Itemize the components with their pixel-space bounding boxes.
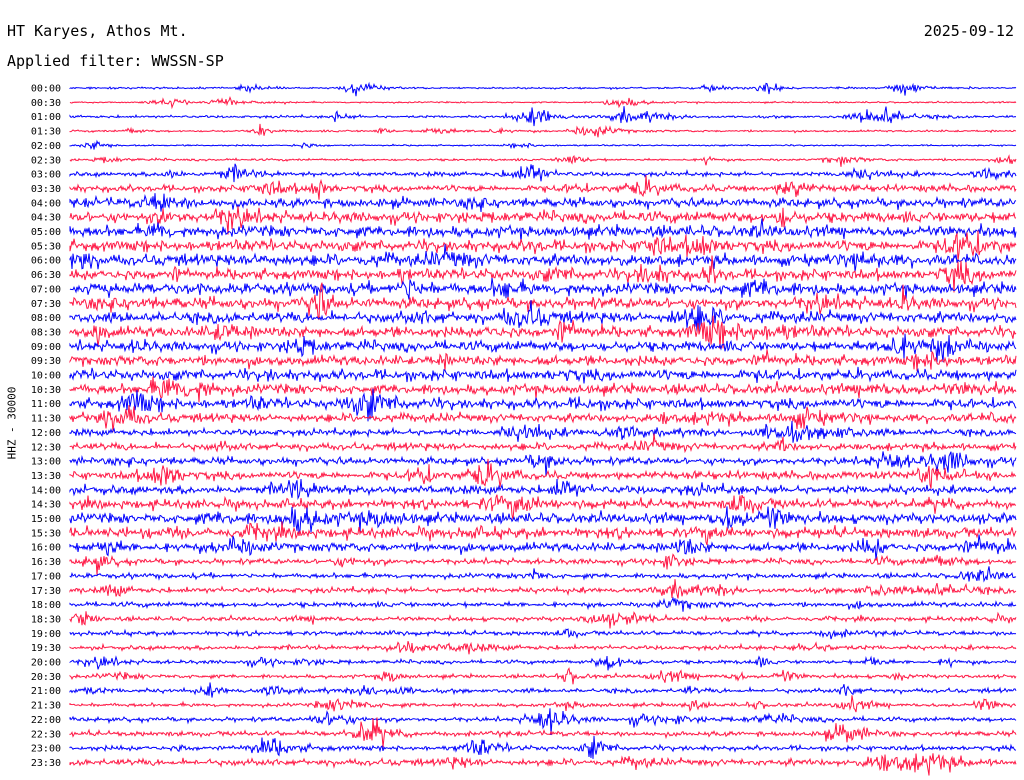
trace-row <box>69 708 1017 736</box>
trace-row <box>69 433 1017 454</box>
trace-row <box>69 735 1017 759</box>
trace-row <box>69 753 1017 776</box>
row-label: 02:30 <box>31 155 61 166</box>
row-label: 12:00 <box>31 428 61 439</box>
trace-row <box>69 139 1017 150</box>
trace-row <box>69 420 1017 443</box>
row-label: 18:00 <box>31 600 61 611</box>
row-label: 18:30 <box>31 614 61 625</box>
trace-row <box>69 682 1017 698</box>
helicorder-plot: 00:00 00:30 01:00 01:30 02:00 02:30 03:00 03:30… <box>31 81 1017 776</box>
row-label: 22:30 <box>31 729 61 740</box>
row-label: 13:30 <box>31 471 61 482</box>
row-label: 20:00 <box>31 658 61 669</box>
row-label: 07:00 <box>31 284 61 295</box>
row-label: 04:00 <box>31 198 61 209</box>
trace-row <box>69 478 1017 501</box>
row-label: 09:00 <box>31 342 61 353</box>
trace-row <box>69 655 1017 671</box>
row-label: 02:00 <box>31 141 61 152</box>
trace-row <box>69 451 1017 477</box>
row-label: 22:00 <box>31 715 61 726</box>
row-label: 00:30 <box>31 98 61 109</box>
row-label: 16:30 <box>31 557 61 568</box>
trace-row <box>69 366 1017 384</box>
row-label: 10:30 <box>31 385 61 396</box>
trace-row <box>69 566 1017 583</box>
trace-row <box>69 81 1017 97</box>
trace-row <box>69 494 1016 520</box>
row-label: 13:00 <box>31 457 61 468</box>
trace-row <box>69 106 1017 127</box>
trace-row <box>69 277 1017 300</box>
row-label: 23:30 <box>31 758 61 769</box>
trace-row <box>69 255 1017 293</box>
trace-row <box>69 717 1017 748</box>
trace-row <box>69 628 1017 640</box>
row-label: 11:00 <box>31 399 61 410</box>
row-label: 12:30 <box>31 442 61 453</box>
row-label: 10:00 <box>31 371 61 382</box>
row-label: 11:30 <box>31 414 61 425</box>
trace-row <box>69 193 1017 213</box>
trace-row <box>69 596 1017 612</box>
row-label: 05:00 <box>31 227 61 238</box>
trace-row <box>69 695 1016 713</box>
trace-row <box>69 96 1017 110</box>
row-label: 16:00 <box>31 543 61 554</box>
row-label: 05:30 <box>31 241 61 252</box>
trace-row <box>69 641 1017 655</box>
row-label: 15:30 <box>31 528 61 539</box>
row-label: 19:00 <box>31 629 61 640</box>
row-label: 08:30 <box>31 327 61 338</box>
trace-row <box>69 333 1017 363</box>
trace-row <box>69 123 1017 138</box>
trace-row <box>69 404 1017 433</box>
trace-row <box>69 163 1017 183</box>
trace-row <box>69 553 1017 576</box>
trace-row <box>69 458 1017 489</box>
row-label: 14:30 <box>31 500 61 511</box>
row-label: 20:30 <box>31 672 61 683</box>
trace-row <box>69 376 1017 403</box>
row-label: 06:30 <box>31 270 61 281</box>
row-label: 23:00 <box>31 744 61 755</box>
trace-row <box>69 667 1017 685</box>
row-label: 03:30 <box>31 184 61 195</box>
trace-row <box>69 521 1017 546</box>
trace-row <box>69 534 1017 561</box>
row-label: 21:30 <box>31 701 61 712</box>
trace-row <box>69 154 1017 167</box>
row-label: 17:30 <box>31 586 61 597</box>
row-label: 15:00 <box>31 514 61 525</box>
trace-row <box>69 579 1017 599</box>
row-label: 00:00 <box>31 84 61 95</box>
row-label: 03:00 <box>31 170 61 181</box>
row-label: 01:30 <box>31 127 61 138</box>
seismic-traces <box>69 81 1017 776</box>
row-label: 07:30 <box>31 299 61 310</box>
row-label: 17:00 <box>31 571 61 582</box>
trace-row <box>69 175 1017 200</box>
row-label: 09:30 <box>31 356 61 367</box>
row-labels: 00:00 00:30 01:00 01:30 02:00 02:30 03:00 03:30… <box>31 84 61 769</box>
row-label: 08:00 <box>31 313 61 324</box>
row-label: 04:30 <box>31 213 61 224</box>
trace-row <box>69 611 1017 629</box>
row-label: 21:00 <box>31 686 61 697</box>
row-label: 06:00 <box>31 256 61 267</box>
row-label: 19:30 <box>31 643 61 654</box>
row-label: 14:00 <box>31 485 61 496</box>
trace-row <box>69 218 1017 243</box>
row-label: 01:00 <box>31 112 61 123</box>
